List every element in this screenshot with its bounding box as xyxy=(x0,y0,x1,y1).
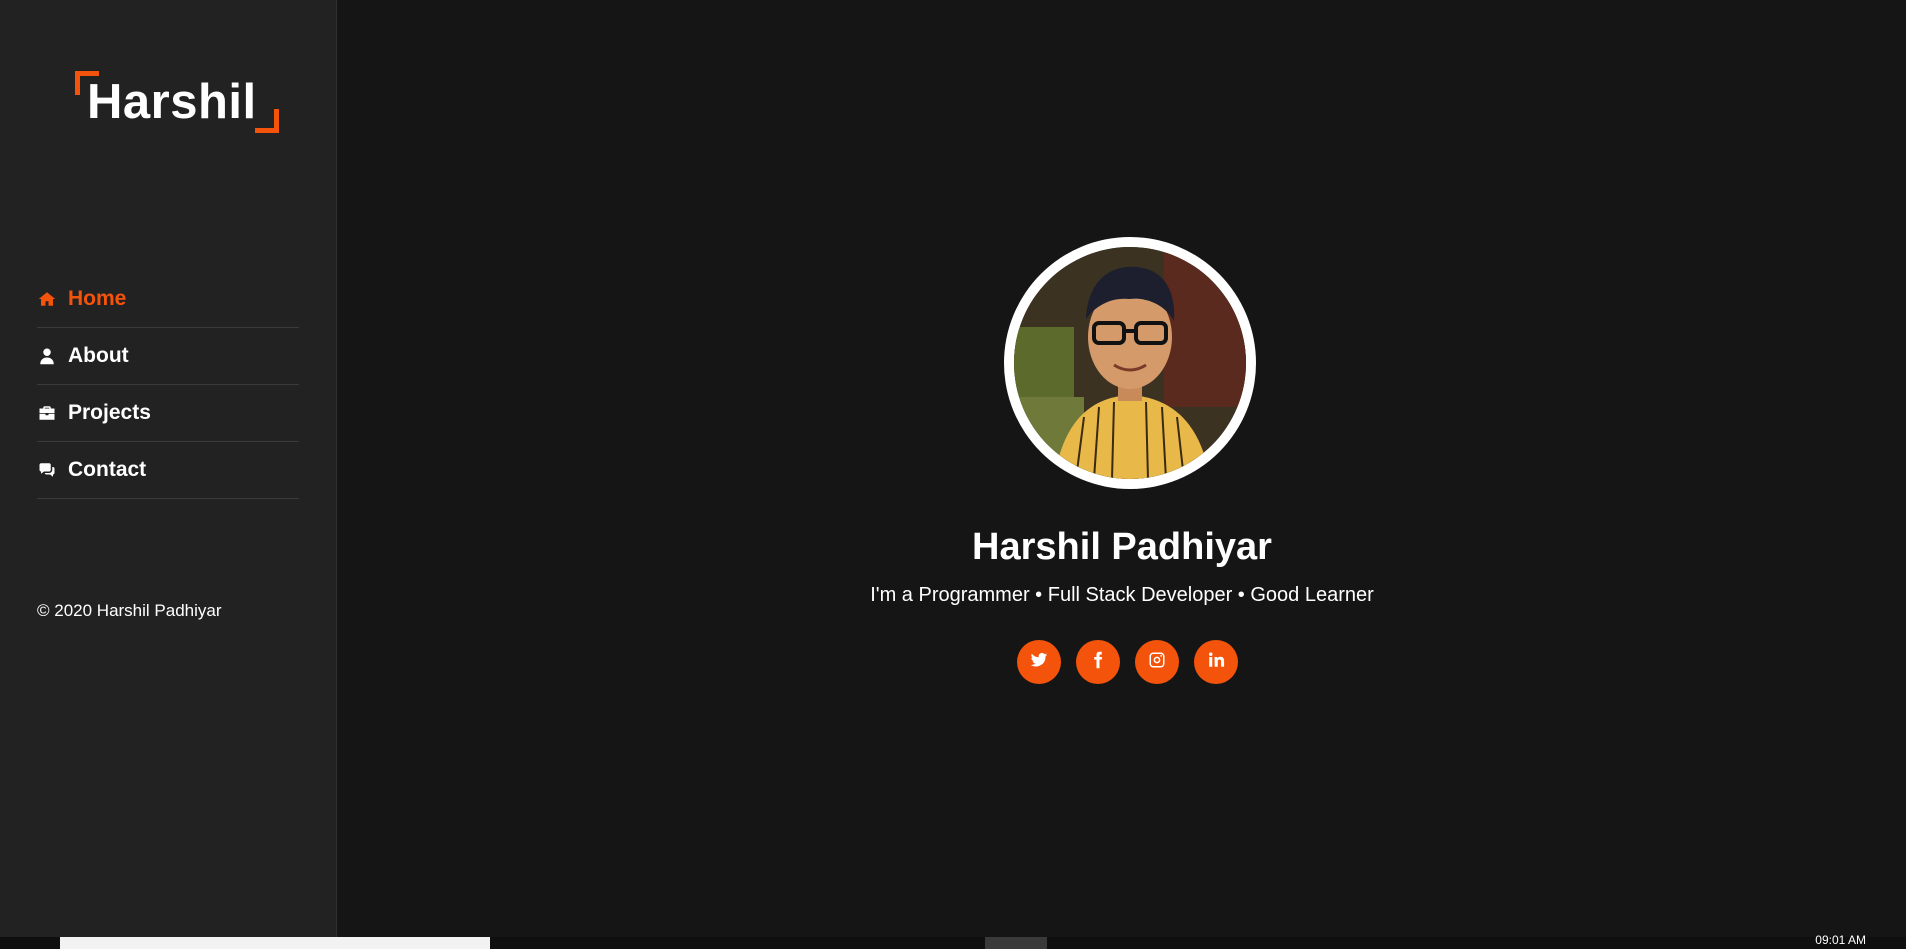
logo-text: Harshil xyxy=(87,75,257,129)
hero-name: Harshil Padhiyar xyxy=(972,526,1272,568)
nav-item-contact[interactable]: Contact xyxy=(37,442,299,499)
logo-corner-bottom-right xyxy=(255,109,279,133)
os-taskbar: 09:01 AM xyxy=(0,933,1906,949)
profile-photo xyxy=(1014,247,1246,479)
social-links xyxy=(1017,640,1238,684)
taskbar-clock: 09:01 AM xyxy=(1815,933,1866,947)
taskbar-search-box[interactable] xyxy=(60,937,490,949)
sidebar-nav: Home About Projects Contact xyxy=(37,271,299,499)
main-content: Harshil Padhiyar I'm a Programmer • Full… xyxy=(338,0,1906,937)
instagram-link[interactable] xyxy=(1135,640,1179,684)
twitter-link[interactable] xyxy=(1017,640,1061,684)
nav-item-home[interactable]: Home xyxy=(37,271,299,328)
brand-logo[interactable]: Harshil xyxy=(75,71,279,133)
facebook-link[interactable] xyxy=(1076,640,1120,684)
comments-icon xyxy=(37,460,57,480)
facebook-icon xyxy=(1089,651,1107,674)
instagram-icon xyxy=(1148,651,1166,674)
nav-item-label: Home xyxy=(68,287,127,310)
taskbar-active-app[interactable] xyxy=(985,937,1047,949)
nav-item-about[interactable]: About xyxy=(37,328,299,385)
user-icon xyxy=(37,346,57,366)
briefcase-icon xyxy=(37,403,57,423)
linkedin-link[interactable] xyxy=(1194,640,1238,684)
linkedin-icon xyxy=(1207,651,1225,674)
hero-tagline: I'm a Programmer • Full Stack Developer … xyxy=(870,584,1374,606)
copyright-text: © 2020 Harshil Padhiyar xyxy=(37,601,222,620)
twitter-icon xyxy=(1030,651,1048,674)
page: Harshil Home About Projects Contact © 20… xyxy=(0,0,1906,949)
profile-avatar xyxy=(1004,237,1256,489)
home-icon xyxy=(37,289,57,309)
nav-item-projects[interactable]: Projects xyxy=(37,385,299,442)
nav-item-label: Contact xyxy=(68,458,147,481)
sidebar: Harshil Home About Projects Contact © 20… xyxy=(0,0,337,937)
nav-item-label: Projects xyxy=(68,401,151,424)
nav-item-label: About xyxy=(68,344,129,367)
